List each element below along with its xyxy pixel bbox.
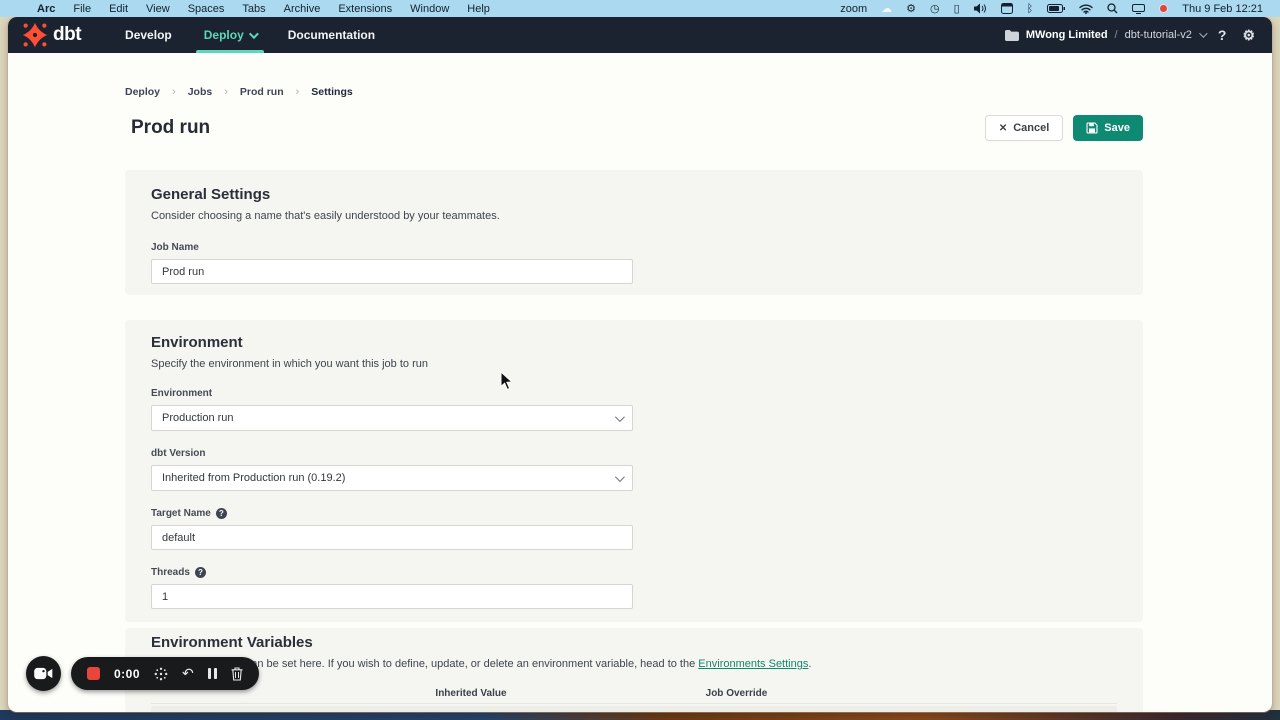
page-title: Prod run [131, 117, 210, 139]
section-description: Specify the environment in which you wan… [151, 358, 1117, 370]
cloud-icon[interactable]: ☁ [874, 2, 899, 15]
menubar-item-extensions[interactable]: Extensions [329, 3, 401, 15]
video-camera-icon [34, 667, 53, 680]
dbt-version-select[interactable]: Inherited from Production run (0.19.2) [151, 465, 633, 491]
breadcrumb-prod-run[interactable]: Prod run [240, 86, 284, 98]
macos-menu-bar: Arc File Edit View Spaces Tabs Archive E… [0, 0, 1280, 17]
dbt-logo[interactable]: dbt [22, 22, 81, 48]
section-title: Environment Variables [151, 634, 1117, 651]
user-switch-icon[interactable] [1125, 4, 1152, 14]
environment-select[interactable]: Production run [151, 405, 633, 431]
undo-icon[interactable]: ↶ [182, 665, 194, 682]
menubar-item-file[interactable]: File [64, 3, 100, 15]
chevron-down-icon [615, 412, 625, 422]
page-content: Deploy › Jobs › Prod run › Settings Prod… [8, 53, 1272, 712]
section-title: General Settings [151, 186, 1117, 203]
nav-deploy[interactable]: Deploy [188, 17, 272, 53]
screen-recording-indicator-icon[interactable] [1152, 4, 1175, 13]
nav-documentation[interactable]: Documentation [272, 17, 391, 53]
cursor-highlight-icon[interactable] [154, 667, 168, 681]
help-button[interactable]: ? [1215, 27, 1230, 43]
trash-icon[interactable] [231, 667, 243, 681]
dbt-navbar: dbt Develop Deploy Documentation MWong L… [8, 17, 1272, 53]
nav-develop[interactable]: Develop [109, 17, 188, 53]
gear-status-icon[interactable]: ⚙ [899, 2, 923, 15]
column-inherited-value: Inherited Value [341, 688, 601, 699]
help-icon[interactable]: ? [195, 567, 206, 578]
wifi-icon[interactable] [1072, 4, 1100, 14]
breadcrumb-separator: › [224, 86, 228, 98]
stop-recording-button[interactable] [87, 667, 100, 680]
threads-input[interactable] [151, 584, 633, 609]
table-row[interactable] [151, 706, 1117, 712]
environment-section: Environment Specify the environment in w… [125, 320, 1143, 622]
section-description: Job level overrides can be set here. If … [151, 658, 1117, 670]
environment-variables-section: Environment Variables Job level override… [125, 628, 1143, 712]
environment-label: Environment [151, 388, 212, 399]
battery-icon[interactable] [1040, 4, 1072, 13]
camera-button[interactable] [26, 656, 61, 691]
clock-status-icon[interactable]: ◷ [923, 2, 947, 15]
menubar-app-name[interactable]: Arc [28, 3, 64, 15]
brand-text: dbt [53, 24, 81, 46]
calendar-status-icon[interactable] [994, 3, 1020, 14]
settings-gear-button[interactable]: ⚙ [1239, 27, 1258, 44]
section-description: Consider choosing a name that's easily u… [151, 210, 1117, 222]
menubar-item-window[interactable]: Window [401, 3, 458, 15]
menubar-item-edit[interactable]: Edit [100, 3, 137, 15]
dbt-logo-icon [22, 22, 48, 48]
save-disk-icon [1086, 122, 1098, 134]
section-title: Environment [151, 334, 1117, 351]
bluetooth-icon[interactable]: ᛒ [1020, 3, 1041, 15]
target-name-input[interactable] [151, 525, 633, 550]
breadcrumb-settings: Settings [311, 86, 352, 98]
account-name: MWong Limited [1026, 29, 1108, 41]
job-name-label: Job Name [151, 242, 199, 253]
volume-icon[interactable] [967, 3, 994, 14]
breadcrumb-separator: › [296, 86, 300, 98]
job-name-input[interactable] [151, 259, 633, 284]
folder-icon [1005, 30, 1019, 41]
browser-window: dbt Develop Deploy Documentation MWong L… [8, 17, 1272, 712]
env-vars-table: Inherited Value Job Override [151, 684, 1117, 712]
chevron-down-icon [615, 472, 625, 482]
menubar-item-help[interactable]: Help [458, 3, 499, 15]
breadcrumb: Deploy › Jobs › Prod run › Settings [125, 86, 353, 98]
account-project-switcher[interactable]: MWong Limited / dbt-tutorial-v2 [1005, 29, 1205, 41]
column-job-override: Job Override [601, 688, 872, 699]
environments-settings-link[interactable]: Environments Settings [698, 658, 808, 670]
chevron-down-icon [1199, 29, 1207, 37]
general-settings-section: General Settings Consider choosing a nam… [125, 170, 1143, 295]
target-name-label: Target Name [151, 508, 211, 519]
breadcrumb-separator: › [172, 86, 176, 98]
spotlight-search-icon[interactable] [1100, 3, 1125, 14]
recording-timer: 0:00 [114, 667, 140, 681]
chevron-down-icon [249, 29, 259, 39]
help-icon[interactable]: ? [216, 508, 227, 519]
close-icon: ✕ [999, 123, 1007, 134]
menubar-clock[interactable]: Thu 9 Feb 12:21 [1175, 3, 1270, 15]
cancel-button[interactable]: ✕ Cancel [985, 115, 1063, 141]
save-button[interactable]: Save [1073, 115, 1143, 141]
menubar-item-spaces[interactable]: Spaces [179, 3, 234, 15]
breadcrumb-deploy[interactable]: Deploy [125, 86, 160, 98]
pause-icon[interactable] [208, 668, 217, 679]
menubar-item-archive[interactable]: Archive [275, 3, 330, 15]
dbt-version-label: dbt Version [151, 448, 205, 459]
project-name: dbt-tutorial-v2 [1125, 29, 1192, 41]
keyboard-status-icon[interactable]: ▯ [947, 2, 967, 15]
screen-recorder-toolbar: 0:00 ↶ [26, 656, 259, 691]
breadcrumb-jobs[interactable]: Jobs [188, 86, 213, 98]
threads-label: Threads [151, 567, 190, 578]
menubar-item-view[interactable]: View [137, 3, 179, 15]
menubar-zoom-app[interactable]: zoom [833, 3, 874, 15]
menubar-item-tabs[interactable]: Tabs [233, 3, 274, 15]
